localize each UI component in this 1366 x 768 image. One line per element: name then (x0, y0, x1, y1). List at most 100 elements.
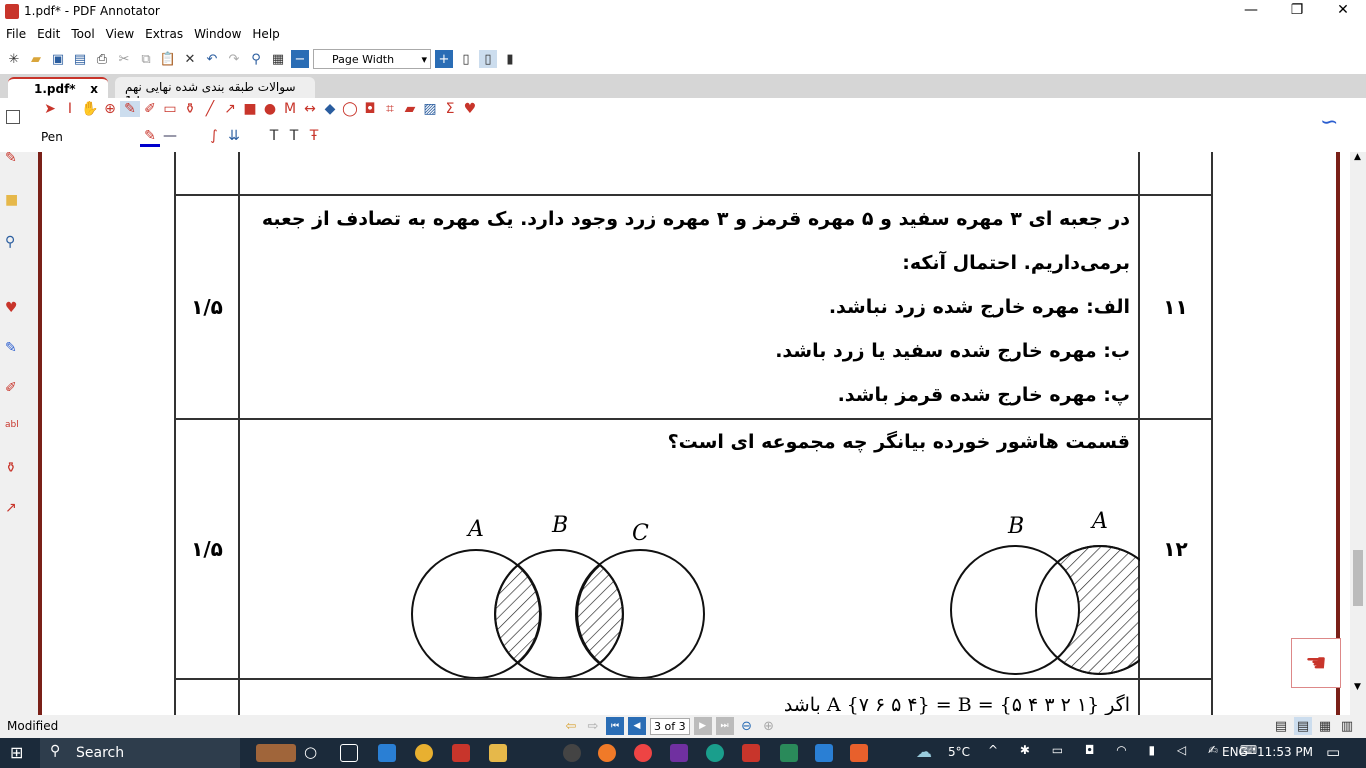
highlighter-icon[interactable]: ✐ (5, 380, 23, 398)
two-page-continuous-icon[interactable]: ▥ (1338, 717, 1356, 735)
pen-color-icon[interactable]: ✎ (140, 128, 160, 147)
edge-icon[interactable] (706, 744, 724, 762)
stamp-icon[interactable]: ⚱ (180, 101, 200, 117)
cut-icon[interactable]: ✂ (115, 50, 133, 68)
previous-document-icon[interactable]: ⇦ (562, 717, 580, 735)
menu-file[interactable]: File (0, 24, 31, 41)
pdf-app-icon[interactable] (452, 744, 470, 762)
copy-icon[interactable]: ⧉ (137, 50, 155, 68)
save-as-icon[interactable]: ▤ (71, 50, 89, 68)
menu-edit[interactable]: Edit (31, 24, 65, 41)
two-page-view-icon[interactable]: ▦ (1316, 717, 1334, 735)
obs-icon[interactable] (563, 744, 581, 762)
pdf-annotator-taskbar-icon[interactable] (742, 744, 760, 762)
task-view-icon[interactable]: ○ (304, 743, 317, 761)
menu-window[interactable]: Window (188, 24, 246, 41)
ruler-icon[interactable]: ▰ (400, 101, 420, 117)
next-page-button[interactable]: ▶ (693, 717, 712, 735)
note-icon[interactable]: ■ (5, 192, 23, 210)
tab-second-document[interactable]: سوالات طبقه بندی شده نهایی نهم تا 1... (115, 77, 315, 108)
toggle-sidebar-checkbox[interactable] (6, 110, 20, 124)
eraser-icon[interactable]: ◆ (320, 101, 340, 117)
favorites-icon[interactable]: ♥ (5, 300, 23, 318)
tab-1pdf[interactable]: 1.pdf* x (8, 77, 108, 98)
sigma-icon[interactable]: Σ (440, 101, 460, 117)
back-icon[interactable]: ⊖ (738, 717, 756, 735)
maximize-button[interactable]: ❐ (1274, 2, 1320, 18)
textbox-icon[interactable]: ▭ (160, 101, 180, 117)
close-tab-icon[interactable]: x (90, 82, 98, 96)
scroll-thumb[interactable] (1353, 550, 1363, 606)
menu-view[interactable]: View (100, 24, 139, 41)
zoom-out-button[interactable]: − (291, 50, 309, 68)
security-icon[interactable] (780, 744, 798, 762)
pen-tool-icon[interactable]: ✎ (5, 150, 23, 168)
line-width-icon[interactable]: — (160, 128, 180, 144)
paste-icon[interactable]: 📋 (159, 50, 177, 68)
polygon-icon[interactable]: M (280, 101, 300, 117)
attachment-icon[interactable]: ⚲ (5, 234, 23, 252)
menu-tool[interactable]: Tool (65, 24, 99, 41)
favorite-icon[interactable]: ♥ (460, 101, 480, 117)
menu-extras[interactable]: Extras (139, 24, 188, 41)
print-icon[interactable]: ⎙ (93, 50, 111, 68)
onenote-icon[interactable] (670, 744, 688, 762)
text-select-icon[interactable]: I (60, 101, 80, 117)
notifications-icon[interactable]: ▭ (1326, 743, 1340, 761)
minimize-button[interactable]: — (1228, 2, 1274, 18)
save-icon[interactable]: ▣ (49, 50, 67, 68)
snap-icon[interactable]: ⇊ (224, 128, 244, 144)
document-view[interactable]: ۱۱ در جعبه ای ۳ مهره سفید و ۵ مهره قرمز … (38, 152, 1350, 715)
zoom-mode-select[interactable]: Page Width ▾ (313, 49, 431, 69)
scroll-down-icon[interactable]: ▼ (1354, 682, 1361, 692)
insert-image-icon[interactable]: ▨ (420, 101, 440, 117)
open-icon[interactable]: ▰ (27, 50, 45, 68)
weather-text[interactable]: 5°C (948, 745, 970, 759)
previous-page-button[interactable]: ◀ (628, 717, 646, 735)
arrow-icon[interactable]: ↗ (5, 500, 23, 518)
find-icon[interactable]: ⚲ (247, 50, 265, 68)
squiggly-text-icon[interactable]: T (284, 128, 304, 144)
vertical-scrollbar[interactable]: ▲ ▼ (1350, 152, 1366, 715)
ellipse-icon[interactable]: ● (260, 101, 280, 117)
firefox-icon[interactable] (598, 744, 616, 762)
last-page-button[interactable]: ⏭ (715, 717, 734, 735)
stamp-icon[interactable]: ⚱ (5, 460, 23, 478)
scroll-up-icon[interactable]: ▲ (1354, 152, 1361, 162)
highlighter-icon[interactable]: ✐ (140, 101, 160, 117)
fullscreen-icon[interactable]: ▮ (501, 50, 519, 68)
photos-icon[interactable] (815, 744, 833, 762)
pen-blue-icon[interactable]: ✎ (5, 340, 23, 358)
fit-width-icon[interactable]: ▯ (479, 50, 497, 68)
chrome-icon[interactable] (415, 744, 433, 762)
single-page-icon[interactable]: ▯ (457, 50, 475, 68)
zoom-in-button[interactable]: + (435, 50, 453, 68)
close-button[interactable]: ✕ (1320, 2, 1366, 18)
arrow-icon[interactable]: ↗ (220, 101, 240, 117)
new-icon[interactable]: ✳ (5, 50, 23, 68)
delete-icon[interactable]: ✕ (181, 50, 199, 68)
underline-text-icon[interactable]: T (264, 128, 284, 144)
first-page-button[interactable]: ⏮ (606, 717, 624, 735)
line-icon[interactable]: ╱ (200, 101, 220, 117)
menu-help[interactable]: Help (246, 24, 284, 41)
smoothing-icon[interactable]: ∫ (204, 128, 224, 144)
forward-icon[interactable]: ⊕ (760, 717, 778, 735)
search-box[interactable]: ⚲ Search (40, 738, 240, 768)
start-icon[interactable]: ⊞ (10, 743, 23, 762)
widgets-icon[interactable] (340, 744, 358, 762)
file-explorer-icon[interactable] (489, 744, 507, 762)
language-indicator[interactable]: ENG (1222, 745, 1248, 759)
crop-icon[interactable]: ⌗ (380, 101, 400, 117)
measure-icon[interactable]: ↔ (300, 101, 320, 117)
continuous-view-icon[interactable]: ▤ (1294, 717, 1312, 735)
redo-icon[interactable]: ↷ (225, 50, 243, 68)
next-document-icon[interactable]: ⇨ (584, 717, 602, 735)
mail-icon[interactable] (378, 744, 396, 762)
strikeout-text-icon[interactable]: Ŧ (304, 128, 324, 144)
clock[interactable]: 11:53 PM (1257, 745, 1313, 759)
grid-icon[interactable]: ▦ (269, 50, 287, 68)
zoom-icon[interactable]: ⊕ (100, 101, 120, 117)
page-number-field[interactable]: 3 of 3 (650, 717, 690, 735)
weather-icon[interactable]: ☁ (916, 742, 932, 761)
